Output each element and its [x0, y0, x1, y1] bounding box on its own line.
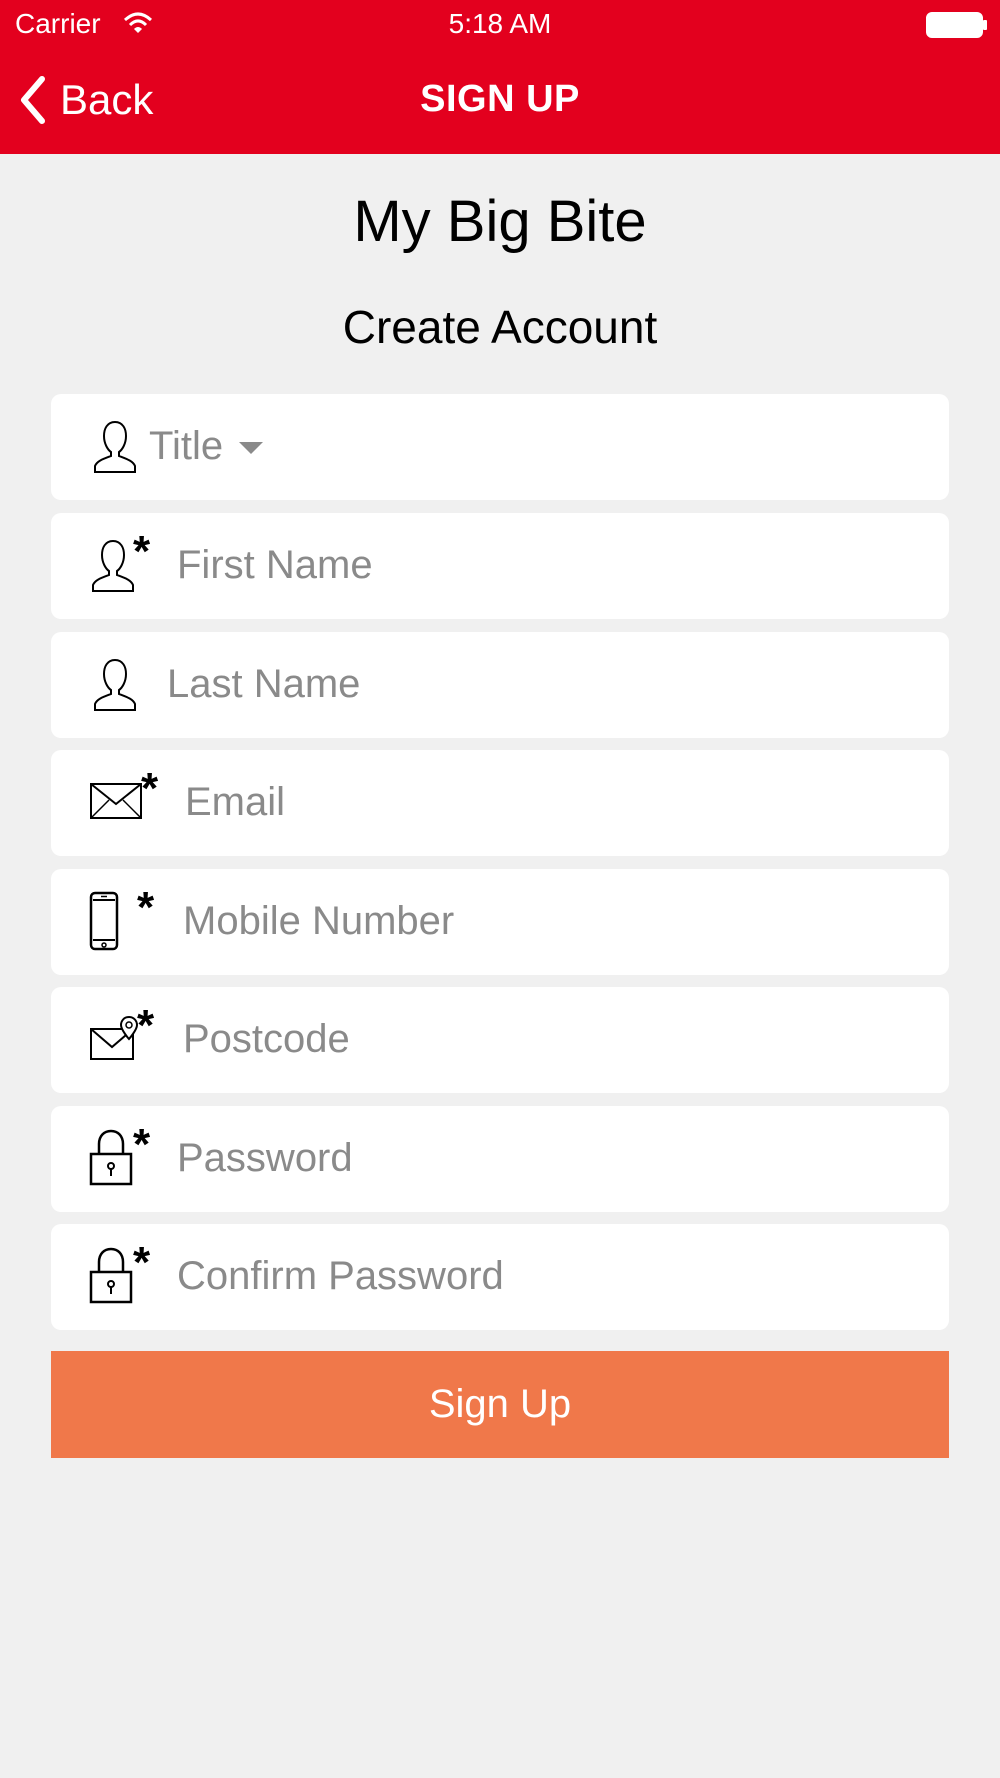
- required-marker: *: [141, 764, 159, 813]
- create-account-heading: Create Account: [342, 301, 658, 353]
- required-marker: *: [137, 1001, 155, 1050]
- title-select[interactable]: Title: [51, 394, 949, 500]
- postcode-field[interactable]: * Postcode: [51, 987, 949, 1093]
- required-marker: *: [133, 1238, 151, 1287]
- status-time: 5:18 AM: [448, 8, 552, 39]
- confirm-password-placeholder: Confirm Password: [177, 1254, 504, 1298]
- email-field[interactable]: * Email: [51, 750, 949, 856]
- email-placeholder: Email: [185, 780, 286, 824]
- mobile-number-field[interactable]: * Mobile Number: [51, 869, 949, 975]
- user-icon: [94, 420, 136, 473]
- mobile-number-placeholder: Mobile Number: [183, 899, 455, 943]
- mail-location-icon: [90, 1015, 139, 1060]
- postcode-placeholder: Postcode: [183, 1017, 350, 1061]
- mobile-phone-icon: [89, 891, 119, 951]
- chevron-down-icon: [239, 442, 263, 454]
- last-name-field[interactable]: Last Name: [51, 632, 949, 738]
- user-icon: [94, 658, 136, 711]
- required-marker: *: [133, 527, 151, 576]
- required-marker: *: [137, 883, 155, 932]
- status-bar: Carrier 5:18 AM: [0, 0, 1000, 50]
- required-marker: *: [133, 1120, 151, 1169]
- lock-icon: [89, 1129, 133, 1186]
- password-field[interactable]: * Password: [51, 1106, 949, 1212]
- last-name-placeholder: Last Name: [167, 662, 361, 706]
- sign-up-button[interactable]: Sign Up: [51, 1351, 949, 1458]
- confirm-password-field[interactable]: * Confirm Password: [51, 1224, 949, 1330]
- lock-icon: [89, 1247, 133, 1304]
- title-placeholder: Title: [149, 424, 224, 468]
- battery-icon: [926, 12, 987, 38]
- page-title: SIGN UP: [420, 78, 580, 120]
- app-name-heading: My Big Bite: [353, 189, 647, 254]
- user-icon: [92, 539, 134, 592]
- first-name-placeholder: First Name: [177, 543, 373, 587]
- password-placeholder: Password: [177, 1136, 353, 1180]
- first-name-field[interactable]: * First Name: [51, 513, 949, 619]
- envelope-icon: [90, 783, 142, 819]
- nav-header: Carrier 5:18 AM Back SIGN UP: [0, 0, 1000, 154]
